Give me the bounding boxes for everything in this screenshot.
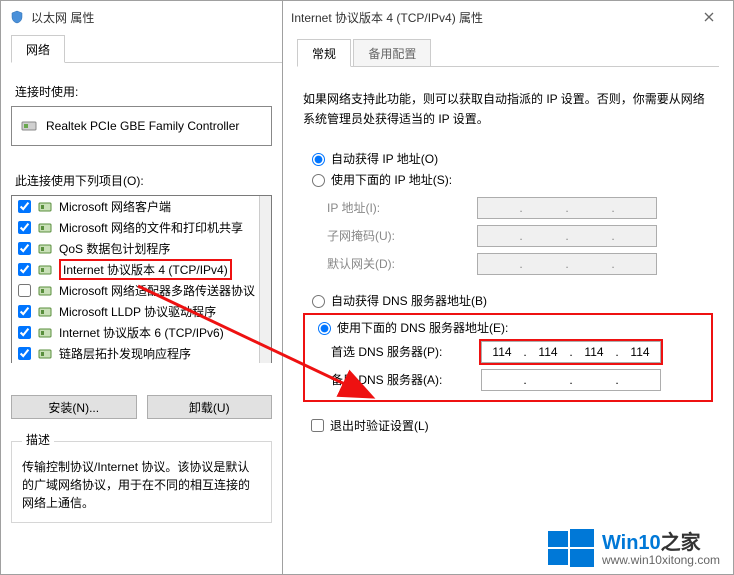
validate-checkbox-row[interactable]: 退出时验证设置(L)	[307, 416, 709, 435]
windows-logo-icon	[548, 527, 594, 567]
nic-icon	[20, 117, 38, 135]
qos-icon	[37, 241, 53, 257]
watermark-url: www.win10xitong.com	[602, 553, 720, 567]
list-item[interactable]: Internet 协议版本 4 (TCP/IPv4)	[12, 259, 259, 280]
install-button[interactable]: 安装(N)...	[11, 395, 137, 419]
proto-icon	[37, 346, 53, 362]
ethernet-properties-window: 以太网 属性 网络 连接时使用: Realtek PCIe GBE Family…	[0, 0, 282, 575]
description-text: 传输控制协议/Internet 协议。该协议是默认的广域网络协议，用于在不同的相…	[22, 458, 261, 512]
item-label: Microsoft LLDP 协议驱动程序	[59, 303, 216, 320]
radio-manual-dns-input[interactable]	[318, 322, 331, 335]
pref-dns-input[interactable]: 114. 114. 114. 114	[481, 341, 661, 363]
item-label: Internet 协议版本 4 (TCP/IPv4)	[59, 259, 232, 280]
client-icon	[37, 199, 53, 215]
alt-dns-label: 备用 DNS 服务器(A):	[331, 371, 481, 388]
gateway-input: ...	[477, 253, 657, 275]
tab-alternate[interactable]: 备用配置	[353, 39, 431, 67]
item-checkbox[interactable]	[18, 305, 31, 318]
item-checkbox[interactable]	[18, 284, 31, 297]
protocol-list: Microsoft 网络客户端 Microsoft 网络的文件和打印机共享 QoS …	[11, 195, 272, 385]
tabstrip: 网络	[11, 35, 282, 63]
item-checkbox[interactable]	[18, 200, 31, 213]
uninstall-button[interactable]: 卸载(U)	[147, 395, 273, 419]
radio-manual-ip[interactable]: 使用下面的 IP 地址(S):	[307, 171, 709, 188]
radio-auto-ip-input[interactable]	[312, 153, 325, 166]
scrollbar[interactable]	[259, 196, 271, 363]
radio-auto-ip[interactable]: 自动获得 IP 地址(O)	[307, 150, 709, 167]
radio-auto-dns-input[interactable]	[312, 295, 325, 308]
window-title: 以太网 属性	[31, 9, 94, 26]
radio-auto-dns[interactable]: 自动获得 DNS 服务器地址(B)	[307, 292, 709, 309]
mask-label: 子网掩码(U):	[327, 227, 477, 244]
item-label: 链路层拓扑发现响应程序	[59, 345, 191, 362]
titlebar[interactable]: 以太网 属性	[1, 1, 282, 33]
item-label: Microsoft 网络客户端	[59, 198, 171, 215]
tab-network[interactable]: 网络	[11, 35, 65, 63]
titlebar[interactable]: Internet 协议版本 4 (TCP/IPv4) 属性	[283, 1, 733, 33]
info-text: 如果网络支持此功能，则可以获取自动指派的 IP 设置。否则，你需要从网络系统管理…	[303, 89, 713, 130]
item-checkbox[interactable]	[18, 347, 31, 360]
proto-icon	[37, 262, 53, 278]
item-checkbox[interactable]	[18, 242, 31, 255]
alt-dns-input[interactable]: ...	[481, 369, 661, 391]
list-item[interactable]: Internet 协议版本 6 (TCP/IPv6)	[12, 322, 259, 343]
list-item[interactable]: Microsoft 网络客户端	[12, 196, 259, 217]
item-checkbox[interactable]	[18, 326, 31, 339]
ip-label: IP 地址(I):	[327, 199, 477, 216]
connect-using-label: 连接时使用:	[15, 83, 268, 100]
list-item[interactable]: 链路层拓扑发现响应程序	[12, 343, 259, 363]
proto-icon	[37, 304, 53, 320]
window-title: Internet 协议版本 4 (TCP/IPv4) 属性	[291, 9, 483, 26]
item-label: QoS 数据包计划程序	[59, 240, 170, 257]
dns-highlight-box: 使用下面的 DNS 服务器地址(E): 首选 DNS 服务器(P): 114. …	[303, 313, 713, 402]
items-label: 此连接使用下列项目(O):	[15, 172, 268, 189]
ip-input: ...	[477, 197, 657, 219]
list-item[interactable]: Microsoft 网络的文件和打印机共享	[12, 217, 259, 238]
tabstrip: 常规 备用配置	[297, 39, 719, 67]
description-box: 描述 传输控制协议/Internet 协议。该协议是默认的广域网络协议，用于在不…	[11, 433, 272, 523]
gateway-label: 默认网关(D):	[327, 255, 477, 272]
adapter-name: Realtek PCIe GBE Family Controller	[46, 119, 239, 133]
proto-icon	[37, 283, 53, 299]
radio-manual-dns[interactable]: 使用下面的 DNS 服务器地址(E):	[313, 319, 703, 336]
mask-input: ...	[477, 225, 657, 247]
item-checkbox[interactable]	[18, 263, 31, 276]
list-item[interactable]: QoS 数据包计划程序	[12, 238, 259, 259]
item-checkbox[interactable]	[18, 221, 31, 234]
description-title: 描述	[22, 431, 54, 448]
adapter-box[interactable]: Realtek PCIe GBE Family Controller	[11, 106, 272, 146]
share-icon	[37, 220, 53, 236]
list-item[interactable]: Microsoft 网络适配器多路传送器协议	[12, 280, 259, 301]
radio-manual-ip-input[interactable]	[312, 174, 325, 187]
item-label: Internet 协议版本 6 (TCP/IPv6)	[59, 324, 224, 341]
tab-general[interactable]: 常规	[297, 39, 351, 67]
item-label: Microsoft 网络适配器多路传送器协议	[59, 282, 255, 299]
item-label: Microsoft 网络的文件和打印机共享	[59, 219, 243, 236]
close-icon	[704, 12, 714, 22]
pref-dns-label: 首选 DNS 服务器(P):	[331, 343, 481, 360]
shield-icon	[9, 9, 25, 25]
close-button[interactable]	[693, 3, 725, 31]
watermark: Win10之家 www.win10xitong.com	[548, 526, 720, 567]
proto-icon	[37, 325, 53, 341]
ipv4-properties-window: Internet 协议版本 4 (TCP/IPv4) 属性 常规 备用配置 如果…	[282, 0, 734, 575]
validate-checkbox[interactable]	[311, 419, 324, 432]
watermark-brand: Win10	[602, 532, 661, 554]
list-item[interactable]: Microsoft LLDP 协议驱动程序	[12, 301, 259, 322]
